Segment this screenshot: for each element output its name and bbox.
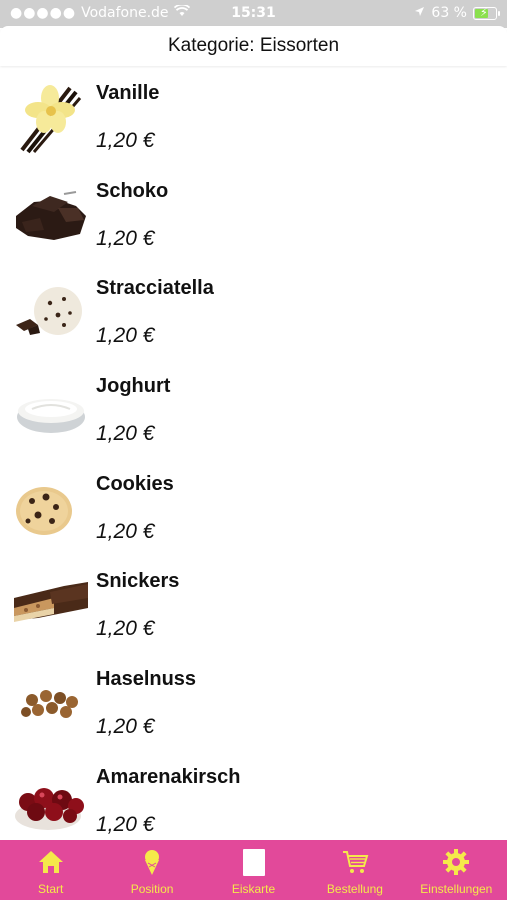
page-title: Kategorie: Eissorten: [0, 26, 507, 66]
list-item[interactable]: Cookies 1,20 €: [0, 463, 507, 561]
stracciatella-scoop-icon: [16, 287, 82, 336]
cherry-bowl-icon: [15, 787, 84, 830]
menu-card-icon: [242, 849, 265, 876]
tab-label: Einstellungen: [420, 882, 493, 896]
tab-label: Bestellung: [326, 882, 383, 896]
list-item[interactable]: Stracciatella 1,20 €: [0, 267, 507, 365]
cart-icon: [342, 851, 369, 873]
item-name: Vanille: [96, 82, 160, 104]
tab-bestellung[interactable]: Bestellung: [304, 840, 405, 900]
item-name: Stracciatella: [96, 277, 214, 300]
item-price: 1,20 €: [96, 715, 155, 739]
vanilla-flower-icon: [20, 85, 82, 154]
list-item[interactable]: Snickers 1,20 €: [0, 560, 507, 658]
app-screen: ●●●●● Vodafone.de 15:31 63 % ⚡ Kategorie…: [0, 0, 507, 900]
item-price: 1,20 €: [96, 422, 155, 446]
tab-eiskarte[interactable]: Eiskarte: [203, 840, 304, 900]
item-price: 1,20 €: [96, 324, 155, 348]
home-icon: [38, 851, 63, 873]
flavor-list: Vanille 1,20 € Schoko 1,20 € Stracciatel…: [0, 72, 507, 854]
item-name: Snickers: [96, 570, 180, 593]
item-name: Schoko: [96, 179, 169, 202]
list-item[interactable]: Vanille 1,20 €: [0, 72, 507, 170]
snickers-bar-icon: [14, 582, 88, 623]
item-price: 1,20 €: [96, 812, 155, 836]
tab-label: Start: [38, 882, 64, 896]
chocolate-icon: [16, 190, 86, 240]
cookie-icon: [16, 486, 72, 535]
item-name: Amarenakirsch: [96, 765, 241, 788]
hazelnut-icon: [21, 690, 78, 719]
item-price: 1,20 €: [96, 519, 155, 543]
status-right: 63 % ⚡: [414, 5, 500, 21]
list-item[interactable]: Schoko 1,20 €: [0, 170, 507, 268]
ice-cream-cone-icon: [145, 850, 160, 875]
tab-start[interactable]: Start: [0, 840, 101, 900]
battery-percent: 63 %: [431, 5, 467, 21]
list-item[interactable]: Amarenakirsch 1,20 €: [0, 756, 507, 854]
item-price: 1,20 €: [96, 129, 155, 152]
item-price: 1,20 €: [96, 617, 155, 641]
item-price: 1,20 €: [96, 226, 155, 250]
tab-position[interactable]: Position: [101, 840, 202, 900]
tab-label: Position: [130, 882, 174, 896]
status-bar: ●●●●● Vodafone.de 15:31 63 % ⚡: [0, 0, 507, 28]
tab-bar: Start Position Eiskarte Bestellung Einst…: [0, 840, 507, 900]
battery-icon: ⚡: [473, 6, 500, 20]
location-arrow-icon: [414, 5, 425, 21]
item-name: Haselnuss: [96, 668, 197, 691]
tab-einstellungen[interactable]: Einstellungen: [406, 840, 507, 900]
list-item[interactable]: Haselnuss 1,20 €: [0, 658, 507, 756]
tab-label: Eiskarte: [231, 882, 276, 896]
gear-icon: [443, 849, 470, 875]
item-name: Joghurt: [96, 375, 171, 398]
item-name: Cookies: [96, 472, 174, 495]
list-item[interactable]: Joghurt 1,20 €: [0, 365, 507, 463]
yogurt-bowl-icon: [17, 399, 85, 434]
